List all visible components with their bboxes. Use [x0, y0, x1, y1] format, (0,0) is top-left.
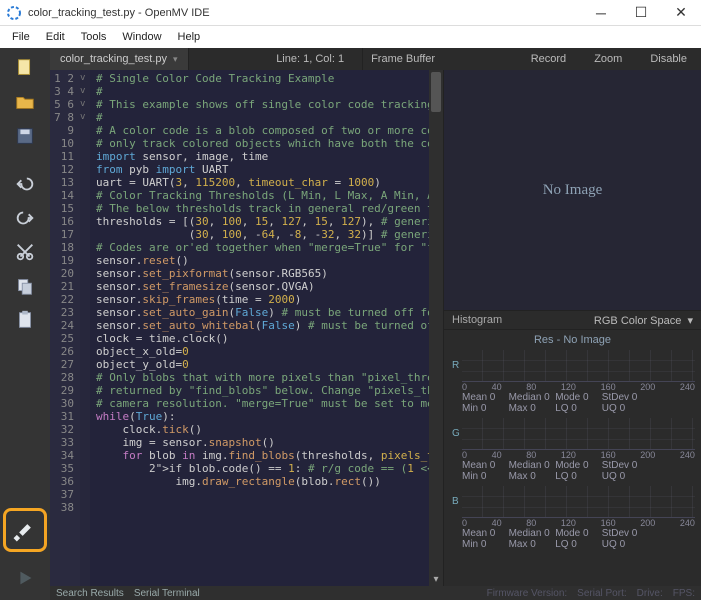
editor-tab-label: color_tracking_test.py	[60, 53, 167, 65]
run-button[interactable]	[8, 564, 42, 592]
cut-button[interactable]	[8, 238, 42, 266]
hist-channel-b: B04080120160200240Mean 0Median 0Mode 0St…	[450, 486, 695, 550]
minimize-button[interactable]: ─	[581, 0, 621, 26]
connect-button[interactable]	[3, 508, 47, 552]
app-logo	[6, 5, 22, 21]
code-area[interactable]: # Single Color Code Tracking Example## T…	[90, 70, 429, 586]
histogram-resolution: Res - No Image	[450, 334, 695, 346]
editor-tab[interactable]: color_tracking_test.py ▾	[50, 48, 189, 70]
fold-gutter[interactable]: v v v v	[80, 70, 90, 586]
hist-channel-g: G04080120160200240Mean 0Median 0Mode 0St…	[450, 418, 695, 482]
code-editor[interactable]: 1 2 3 4 5 6 7 8 9 10 11 12 13 14 15 16 1…	[50, 70, 443, 586]
save-file-button[interactable]	[8, 122, 42, 150]
new-file-button[interactable]	[8, 54, 42, 82]
frame-buffer-view: No Image	[444, 70, 701, 310]
frame-buffer-title: Frame Buffer	[362, 48, 443, 70]
scroll-thumb[interactable]	[431, 72, 441, 112]
open-file-button[interactable]	[8, 88, 42, 116]
undo-button[interactable]	[8, 170, 42, 198]
status-search-results[interactable]: Search Results	[56, 588, 124, 599]
cursor-position: Line: 1, Col: 1	[262, 48, 358, 70]
window-title: color_tracking_test.py - OpenMV IDE	[28, 7, 581, 19]
line-gutter: 1 2 3 4 5 6 7 8 9 10 11 12 13 14 15 16 1…	[50, 70, 80, 586]
status-drive: Drive:	[637, 588, 663, 599]
paste-button[interactable]	[8, 306, 42, 334]
status-serial-port: Serial Port:	[577, 588, 626, 599]
editor-scrollbar[interactable]: ▴ ▾	[429, 70, 443, 586]
copy-button[interactable]	[8, 272, 42, 300]
fb-record[interactable]: Record	[517, 48, 580, 70]
menu-window[interactable]: Window	[114, 29, 169, 45]
status-fps: FPS:	[673, 588, 695, 599]
menu-file[interactable]: File	[4, 29, 38, 45]
frame-buffer-placeholder: No Image	[543, 182, 603, 199]
histogram-mode-select[interactable]: RGB Color Space ▾	[594, 314, 693, 327]
close-button[interactable]: ✕	[661, 0, 701, 26]
menu-tools[interactable]: Tools	[73, 29, 115, 45]
status-firmware: Firmware Version:	[487, 588, 568, 599]
fb-zoom[interactable]: Zoom	[580, 48, 636, 70]
fb-disable[interactable]: Disable	[636, 48, 701, 70]
menu-edit[interactable]: Edit	[38, 29, 73, 45]
maximize-button[interactable]: ☐	[621, 0, 661, 26]
hist-channel-r: R04080120160200240Mean 0Median 0Mode 0St…	[450, 350, 695, 414]
histogram-title: Histogram	[452, 314, 502, 326]
tab-dropdown-icon[interactable]: ▾	[173, 54, 178, 65]
status-serial-terminal[interactable]: Serial Terminal	[134, 588, 200, 599]
redo-button[interactable]	[8, 204, 42, 232]
histogram-panel: Res - No Image R04080120160200240Mean 0M…	[444, 330, 701, 586]
menu-help[interactable]: Help	[170, 29, 209, 45]
scroll-down-icon[interactable]: ▾	[429, 572, 443, 586]
